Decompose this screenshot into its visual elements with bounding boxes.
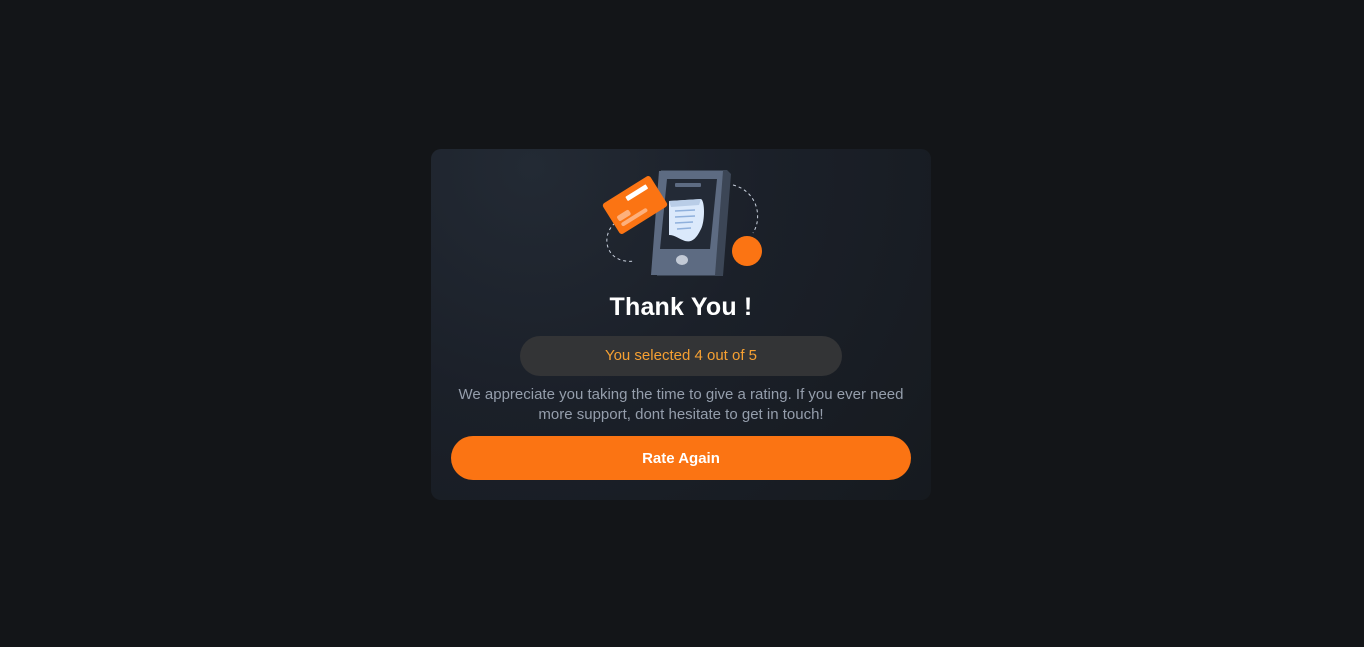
thank-you-message: We appreciate you taking the time to giv…: [458, 386, 904, 423]
phone-payment-illustration: [602, 170, 762, 276]
selection-badge: You selected 4 out of 5: [520, 336, 842, 376]
thank-you-card: Thank You ! You selected 4 out of 5 We a…: [431, 149, 931, 500]
rate-again-button[interactable]: Rate Again: [451, 436, 911, 480]
page-title: Thank You !: [609, 293, 753, 321]
